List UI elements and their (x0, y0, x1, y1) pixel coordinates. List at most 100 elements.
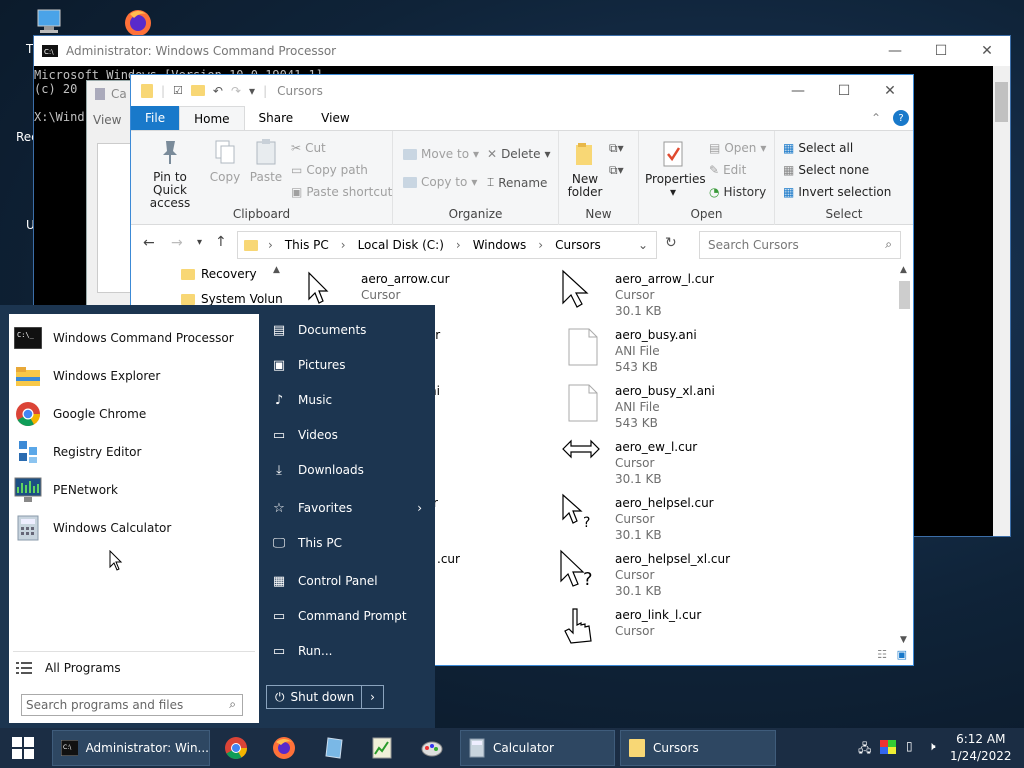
back-arrow-icon[interactable]: ← (143, 235, 155, 251)
maximize-icon[interactable]: ☐ (821, 76, 867, 106)
large-icons-view-icon[interactable]: ▣ (897, 648, 907, 661)
easy-access-icon[interactable]: ⧉▾ (609, 163, 624, 178)
file-item[interactable]: aero_helpsel_xl.cur Cursor 30.1 KB (615, 551, 730, 599)
new-folder-icon[interactable] (190, 85, 205, 96)
file-item[interactable]: aero_busy.ani ANI File 543 KB (615, 327, 697, 375)
new-item-icon[interactable]: ⧉▾ (609, 141, 624, 156)
explorer-titlebar[interactable]: | ☑ ↶ ↷ ▾ | Cursors — ☐ ✕ (131, 75, 913, 106)
recent-locations-icon[interactable]: ▾ (197, 237, 202, 248)
nav-item-system-volume[interactable]: System Volun (181, 292, 283, 306)
windows-start-icon[interactable] (12, 737, 34, 759)
volume-tray-icon[interactable]: 🕨 (928, 739, 936, 754)
paste-button[interactable]: Paste (248, 137, 284, 184)
collapse-ribbon-icon[interactable]: ⌃ (871, 111, 881, 125)
file-item[interactable]: aero_busy_xl.ani ANI File 543 KB (615, 383, 715, 431)
tab-view[interactable]: View (307, 106, 363, 130)
edit-button[interactable]: ✎ Edit (709, 163, 746, 177)
paint-taskbar-icon[interactable] (420, 736, 444, 760)
start-item-calculator[interactable]: Windows Calculator (13, 512, 171, 544)
copy-to-button[interactable]: Copy to ▾ (403, 175, 477, 189)
start-search-input[interactable]: Search programs and files ⌕ (21, 694, 243, 716)
chrome-taskbar-icon[interactable] (224, 736, 248, 760)
tab-home[interactable]: Home (179, 106, 245, 130)
start-link-command-prompt[interactable]: ▭ Command Prompt (270, 607, 407, 625)
forward-arrow-icon[interactable]: → (171, 235, 183, 251)
address-dropdown-icon[interactable]: ⌄ (638, 238, 648, 252)
cmd-titlebar[interactable]: C:\ Administrator: Windows Command Proce… (34, 36, 1010, 66)
copy-path-button[interactable]: ▭ Copy path (291, 163, 368, 177)
history-button[interactable]: ◔ History (709, 185, 766, 199)
qat-dropdown-icon[interactable]: ▾ (249, 84, 255, 98)
start-link-downloads[interactable]: ⤓ Downloads (270, 461, 364, 479)
start-item-penetwork[interactable]: PENetwork (13, 474, 118, 506)
shutdown-button[interactable]: ⏻ Shut down › (266, 685, 384, 709)
breadcrumb-item[interactable]: This PC (285, 238, 329, 252)
firefox-taskbar-icon[interactable] (272, 736, 296, 760)
refresh-icon[interactable]: ↻ (665, 235, 677, 251)
scroll-thumb[interactable] (899, 281, 910, 309)
all-programs-button[interactable]: All Programs (13, 652, 121, 684)
taskbar-calculator-button[interactable]: Calculator (460, 730, 615, 766)
help-icon[interactable]: ? (893, 110, 909, 126)
file-list-scrollbar[interactable]: ▲ ▼ (896, 265, 913, 645)
select-none-button[interactable]: ▦ Select none (783, 163, 869, 177)
file-item[interactable]: aero_helpsel.cur Cursor 30.1 KB (615, 495, 714, 543)
pin-quick-access-button[interactable]: Pin to Quick access (137, 137, 203, 210)
network-tray-icon[interactable]: 🖧 (858, 739, 871, 760)
scroll-down-icon[interactable]: ▼ (900, 635, 907, 645)
delete-button[interactable]: ✕ Delete ▾ (487, 147, 551, 161)
start-link-control-panel[interactable]: ▦ Control Panel (270, 572, 378, 590)
file-item[interactable]: aero_arrow_l.cur Cursor 30.1 KB (615, 271, 714, 319)
paste-shortcut-button[interactable]: ▣ Paste shortcut (291, 185, 392, 199)
new-folder-button[interactable]: New folder (563, 139, 607, 199)
move-to-button[interactable]: Move to ▾ (403, 147, 479, 161)
cmd-scrollbar[interactable] (993, 66, 1010, 536)
scroll-thumb[interactable] (995, 82, 1008, 122)
cut-button[interactable]: ✂ Cut (291, 141, 326, 155)
taskbar-cursors-button[interactable]: Cursors (620, 730, 776, 766)
start-item-explorer[interactable]: Windows Explorer (13, 360, 160, 392)
notepad-taskbar-icon[interactable] (322, 736, 346, 760)
breadcrumb-item[interactable]: Windows (473, 238, 527, 252)
file-item[interactable]: aero_ew_l.cur Cursor 30.1 KB (615, 439, 697, 487)
start-link-favorites[interactable]: ☆ Favorites › (270, 499, 422, 517)
copy-button[interactable]: Copy (207, 137, 243, 184)
address-bar[interactable]: › This PC › Local Disk (C:) › Windows › Cur… (237, 231, 657, 259)
maximize-icon[interactable]: ☐ (918, 36, 964, 66)
start-link-music[interactable]: ♪ Music (270, 391, 332, 409)
tab-share[interactable]: Share (245, 106, 308, 130)
properties-button[interactable]: Properties ▾ (645, 139, 706, 199)
minimize-icon[interactable]: — (775, 76, 821, 106)
breadcrumb-item[interactable]: Cursors (555, 238, 601, 252)
start-item-cmd[interactable]: C:\_ Windows Command Processor (13, 322, 234, 354)
details-view-icon[interactable]: ☷ (877, 648, 887, 661)
open-button[interactable]: ▤ Open ▾ (709, 141, 766, 155)
properties-check-icon[interactable]: ☑ (173, 84, 183, 97)
firefox-desktop-icon[interactable] (120, 6, 156, 38)
start-item-registry-editor[interactable]: Registry Editor (13, 436, 141, 468)
shutdown-options-chevron-icon[interactable]: › (361, 686, 383, 708)
usb-tray-icon[interactable]: ▯ (906, 739, 913, 753)
undo-icon[interactable]: ↶ (213, 84, 223, 98)
minimize-icon[interactable]: — (872, 36, 918, 66)
taskbar-cmd-button[interactable]: C:\ Administrator: Win... (52, 730, 210, 766)
start-link-documents[interactable]: ▤ Documents (270, 321, 367, 339)
close-icon[interactable]: ✕ (964, 36, 1010, 66)
file-item[interactable]: .cur (437, 551, 460, 567)
start-link-run[interactable]: ▭ Run... (270, 642, 333, 660)
redo-icon[interactable]: ↷ (231, 84, 241, 98)
scroll-up-icon[interactable]: ▲ (900, 265, 907, 275)
start-item-chrome[interactable]: Google Chrome (13, 398, 146, 430)
file-item[interactable]: aero_link_l.cur Cursor (615, 607, 701, 639)
close-icon[interactable]: ✕ (867, 76, 913, 106)
tab-file[interactable]: File (131, 106, 180, 130)
nav-item-recovery[interactable]: Recovery (181, 267, 257, 281)
nav-scroll-up-icon[interactable]: ▲ (273, 265, 280, 275)
search-input[interactable]: Search Cursors ⌕ (699, 231, 901, 259)
clock[interactable]: 6:12 AM 1/24/2022 (950, 731, 1012, 765)
start-link-this-pc[interactable]: 🖵 This PC (270, 534, 342, 552)
rename-button[interactable]: ⌶ Rename (487, 175, 547, 190)
select-all-button[interactable]: ▦ Select all (783, 141, 853, 155)
breadcrumb-item[interactable]: Local Disk (C:) (358, 238, 444, 252)
up-arrow-icon[interactable]: ↑ (215, 234, 227, 250)
